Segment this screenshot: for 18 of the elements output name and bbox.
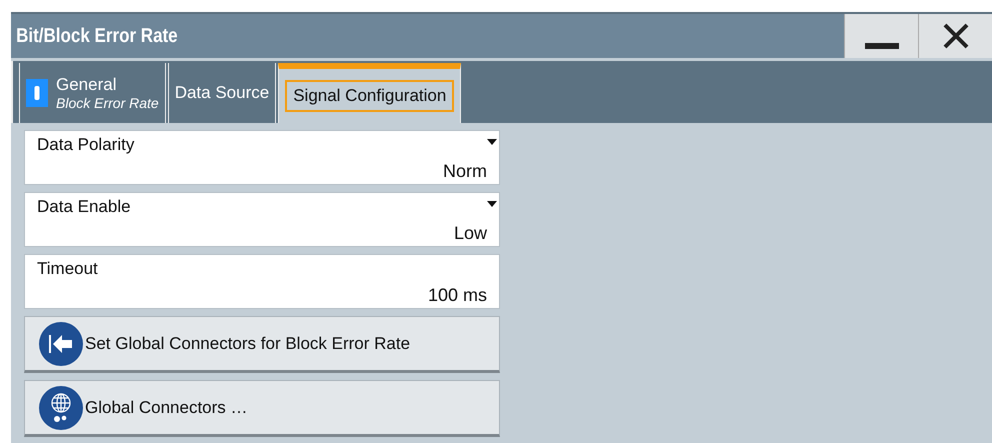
action-button[interactable]: Global Connectors … bbox=[24, 380, 500, 437]
tab[interactable]: Signal Configuration bbox=[278, 63, 462, 123]
dropdown-field[interactable]: Data Polarity Norm bbox=[24, 130, 500, 185]
input-field[interactable]: Timeout 100 ms bbox=[24, 254, 500, 309]
dropdown-field[interactable]: Data Enable Low bbox=[24, 192, 500, 247]
globe-gear-icon bbox=[39, 386, 83, 430]
action-button[interactable]: Set Global Connectors for Block Error Rate bbox=[24, 316, 500, 373]
arrow-left-icon bbox=[39, 322, 83, 366]
caret-icon bbox=[487, 139, 497, 145]
close-icon bbox=[942, 22, 970, 50]
close-button[interactable] bbox=[918, 14, 992, 58]
tab[interactable]: General Block Error Rate bbox=[19, 63, 166, 123]
info-icon bbox=[26, 79, 48, 107]
caret-icon bbox=[487, 201, 497, 207]
minimize-icon bbox=[864, 42, 898, 50]
tab[interactable]: Data Source bbox=[168, 63, 276, 123]
window-title: Bit/Block Error Rate bbox=[15, 24, 179, 48]
minimize-button[interactable] bbox=[844, 14, 918, 58]
